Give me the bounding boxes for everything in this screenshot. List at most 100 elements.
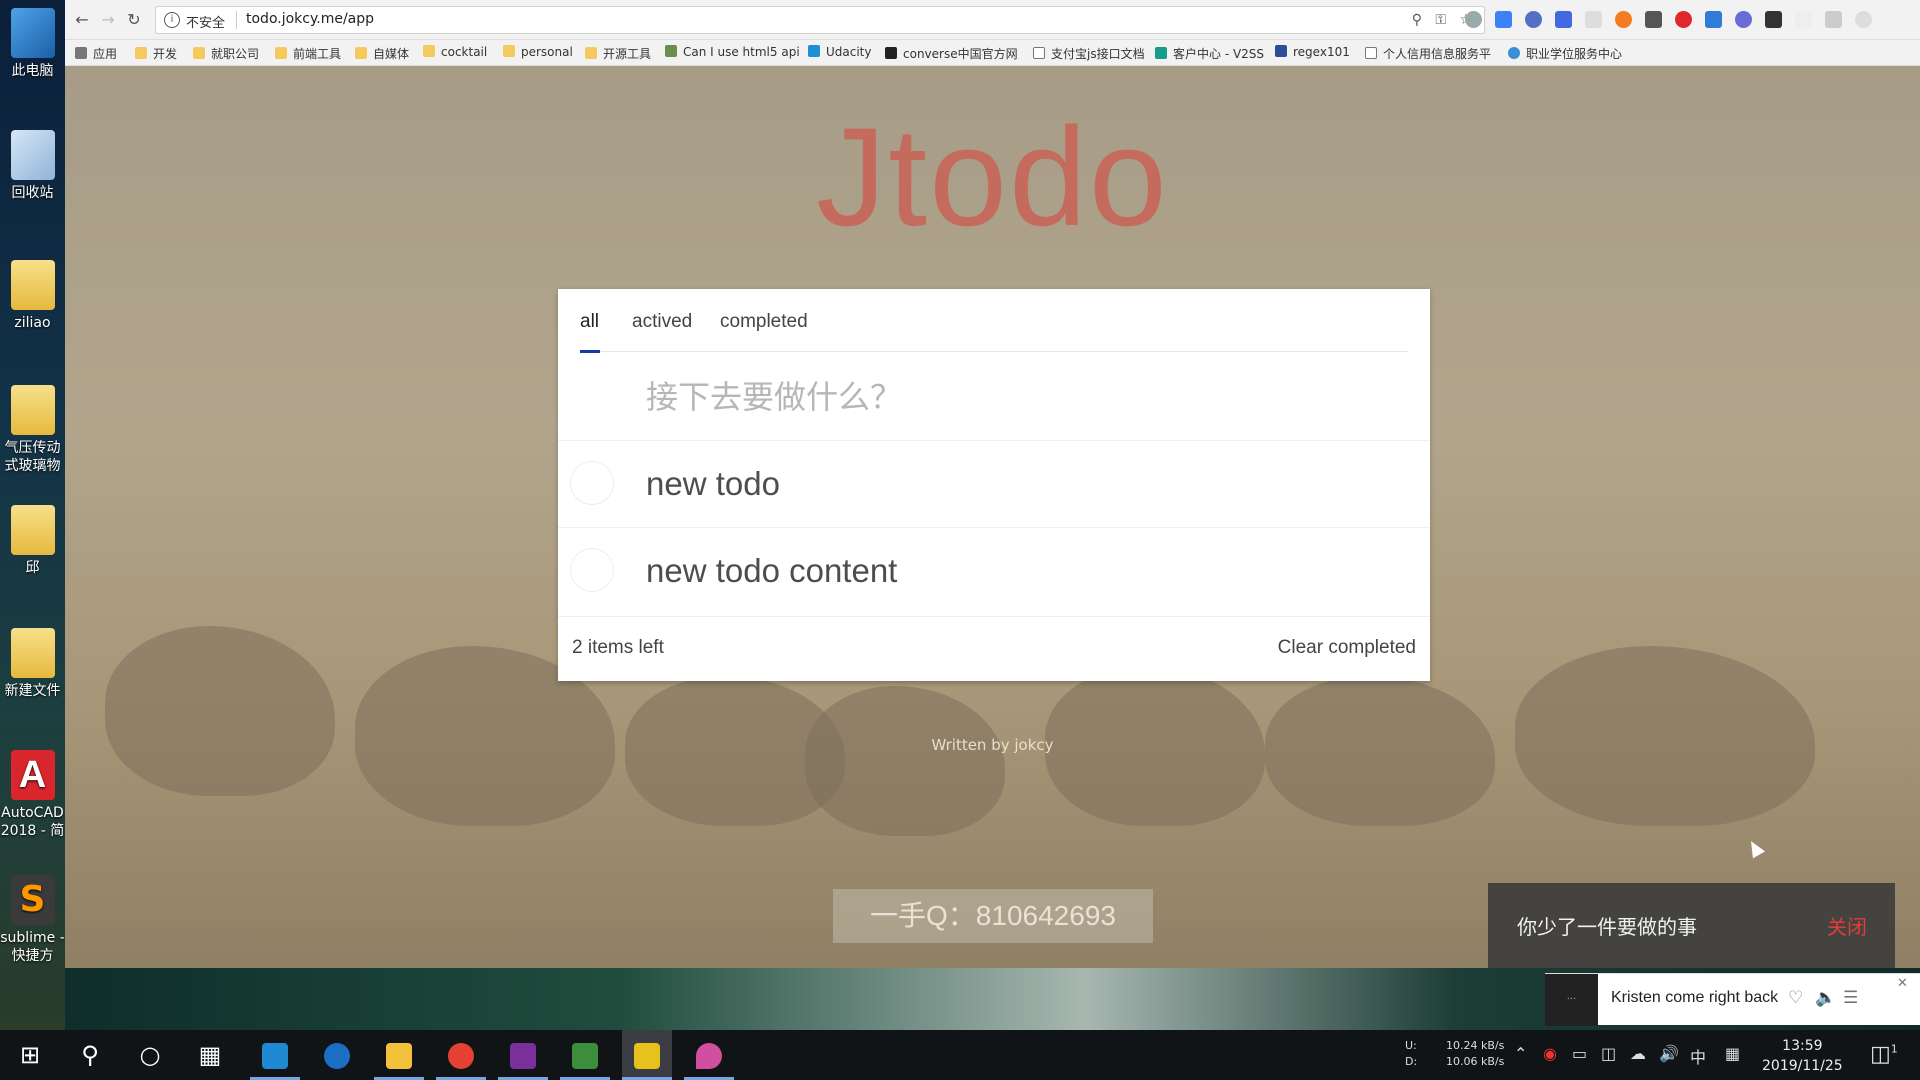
music-player-widget: ··· Kristen come right back ♡ 🔈 ☰ ✕ [1545,973,1920,1026]
search-icon[interactable]: ⚲ [65,1030,115,1080]
folder-icon [10,260,55,310]
qr-code-extension-icon[interactable] [1645,11,1662,28]
toast-close-button[interactable]: 关闭 [1827,911,1867,940]
converse-icon [885,47,897,59]
bookmark-caniuse[interactable]: Can I use html5 api [665,45,800,59]
info-icon[interactable]: i [164,12,180,28]
desktop-icon-autocad[interactable]: A AutoCAD 2018 - 简 [0,750,65,840]
bookmark-label: 支付宝js接口文档 [1051,47,1145,61]
browser-window: ← → ↻ i 不安全 todo.jokcy.me/app ⚲ ⚿ ☆ 应用 开… [65,0,1920,968]
chrome-icon[interactable] [436,1030,486,1080]
extension-icon[interactable] [1525,11,1542,28]
bookmark-folder-media[interactable]: 自媒体 [355,45,409,62]
onenote-icon[interactable] [498,1030,548,1080]
back-icon[interactable]: ← [71,9,93,31]
desktop-icon-sublime[interactable]: S sublime - 快捷方 [0,875,65,965]
todo-checkbox[interactable] [570,548,614,592]
desktop-icon-this-pc[interactable]: 此电脑 [0,8,65,80]
todo-text[interactable]: new todo [646,465,780,503]
todo-page: Jtodo all actived completed new todo new… [65,66,1920,968]
bookmark-v2ss[interactable]: 客户中心 - V2SS [1155,45,1264,62]
desktop-icon-qiu[interactable]: 邱 [0,505,65,577]
chevron-up-icon[interactable]: ⌃ [1514,1044,1527,1063]
bookmark-folder-dev[interactable]: 开发 [135,45,177,62]
notification-toast: 你少了一件要做的事 关闭 [1488,883,1895,968]
translate-extension-icon[interactable] [1495,11,1512,28]
document-icon [10,505,55,555]
bookmark-label: personal [521,45,573,59]
todo-checkbox[interactable] [570,461,614,505]
written-by-footer: Written by jokcy [931,736,1054,754]
heart-icon[interactable]: ♡ [1788,988,1803,1008]
bookmark-degree-center[interactable]: 职业学位服务中心 [1508,45,1622,62]
tab-all[interactable]: all [580,311,599,333]
sublime-text-icon: S [10,875,55,925]
file-explorer-icon[interactable] [374,1030,424,1080]
pocket-extension-icon[interactable] [1765,11,1782,28]
extension-icon[interactable] [1825,11,1842,28]
screen-recorder-icon[interactable] [622,1030,672,1080]
key-icon[interactable]: ⚿ [1435,12,1446,28]
tab-completed[interactable]: completed [720,311,808,333]
folder-icon [10,628,55,678]
bookmark-udacity[interactable]: Udacity [808,45,872,59]
task-view-icon[interactable]: ▦ [185,1030,235,1080]
tab-actived[interactable]: actived [632,311,692,333]
speaker-icon[interactable]: 🔊 [1659,1044,1679,1063]
bookmark-regex101[interactable]: regex101 [1275,45,1350,59]
edge-icon[interactable] [312,1030,362,1080]
network-icon[interactable]: ◫ [1601,1044,1616,1063]
desktop-icon-recycle-bin[interactable]: 回收站 [0,130,65,202]
volume-icon[interactable]: 🔈 [1815,988,1836,1008]
weibo-icon[interactable]: ◉ [1543,1044,1557,1063]
close-icon[interactable]: ✕ [1897,976,1908,991]
forward-icon[interactable]: → [97,9,119,31]
bookmark-converse[interactable]: converse中国官方网 [885,45,1018,62]
bookmark-apps[interactable]: 应用 [75,45,117,62]
bookmark-label: 就职公司 [211,47,260,61]
opera-extension-icon[interactable] [1675,11,1692,28]
zoom-icon[interactable]: ⚲ [1412,12,1422,28]
windows-taskbar: ⊞ ⚲ ○ ▦ U: D: 10.24 kB/s 10.06 kB/s ⌃ ◉ … [0,1030,1920,1080]
keyboard-layout-icon[interactable]: ▦ [1725,1044,1740,1063]
clear-completed-button[interactable]: Clear completed [1278,637,1416,659]
editor-icon[interactable] [560,1030,610,1080]
album-cover[interactable]: ··· [1545,974,1598,1026]
extension-icon[interactable] [1735,11,1752,28]
action-center-icon[interactable]: ◫1 [1870,1042,1898,1067]
address-bar[interactable]: i 不安全 todo.jokcy.me/app ⚲ ⚿ ☆ [155,6,1485,34]
desktop-icon-new-file[interactable]: 新建文件 [0,628,65,700]
vscode-icon[interactable] [250,1030,300,1080]
desktop-icon-ziliao[interactable]: ziliao [0,260,65,332]
bookmark-folder-personal[interactable]: personal [503,45,573,59]
bookmark-credit-info[interactable]: 个人信用信息服务平 [1365,45,1491,62]
maps-pin-icon[interactable] [684,1030,734,1080]
jh-extension-icon[interactable] [1555,11,1572,28]
bookmark-folder-opensource[interactable]: 开源工具 [585,45,651,62]
reload-icon[interactable]: ↻ [123,9,145,31]
extension-icon[interactable] [1465,11,1482,28]
extension-icon[interactable] [1615,11,1632,28]
bookmark-alipay-docs[interactable]: 支付宝js接口文档 [1033,45,1145,62]
windows-start-icon[interactable]: ⊞ [5,1030,55,1080]
url-text[interactable]: todo.jokcy.me/app [246,11,374,27]
bookmark-folder-frontend[interactable]: 前端工具 [275,45,341,62]
battery-icon[interactable]: ▭ [1572,1044,1587,1063]
todo-text[interactable]: new todo content [646,552,897,590]
new-todo-input[interactable] [558,353,1430,440]
bookmark-label: cocktail [441,45,488,59]
extension-icon[interactable] [1585,11,1602,28]
input-method-indicator[interactable]: 中 [1690,1044,1706,1068]
system-clock[interactable]: 13:59 2019/11/25 [1762,1036,1843,1076]
cloud-icon[interactable]: ☁ [1630,1044,1646,1063]
new-extension-icon[interactable] [1705,11,1722,28]
shield-extension-icon[interactable] [1855,11,1872,28]
bookmark-folder-cocktail[interactable]: cocktail [423,45,487,59]
desktop-icon-document[interactable]: 气压传动式玻璃物 [0,385,65,475]
playlist-icon[interactable]: ☰ [1843,988,1858,1008]
app-title: Jtodo [816,98,1169,255]
extension-icon[interactable] [1795,11,1812,28]
folder-icon [423,45,435,57]
bookmark-folder-company[interactable]: 就职公司 [193,45,259,62]
cortana-icon[interactable]: ○ [125,1030,175,1080]
